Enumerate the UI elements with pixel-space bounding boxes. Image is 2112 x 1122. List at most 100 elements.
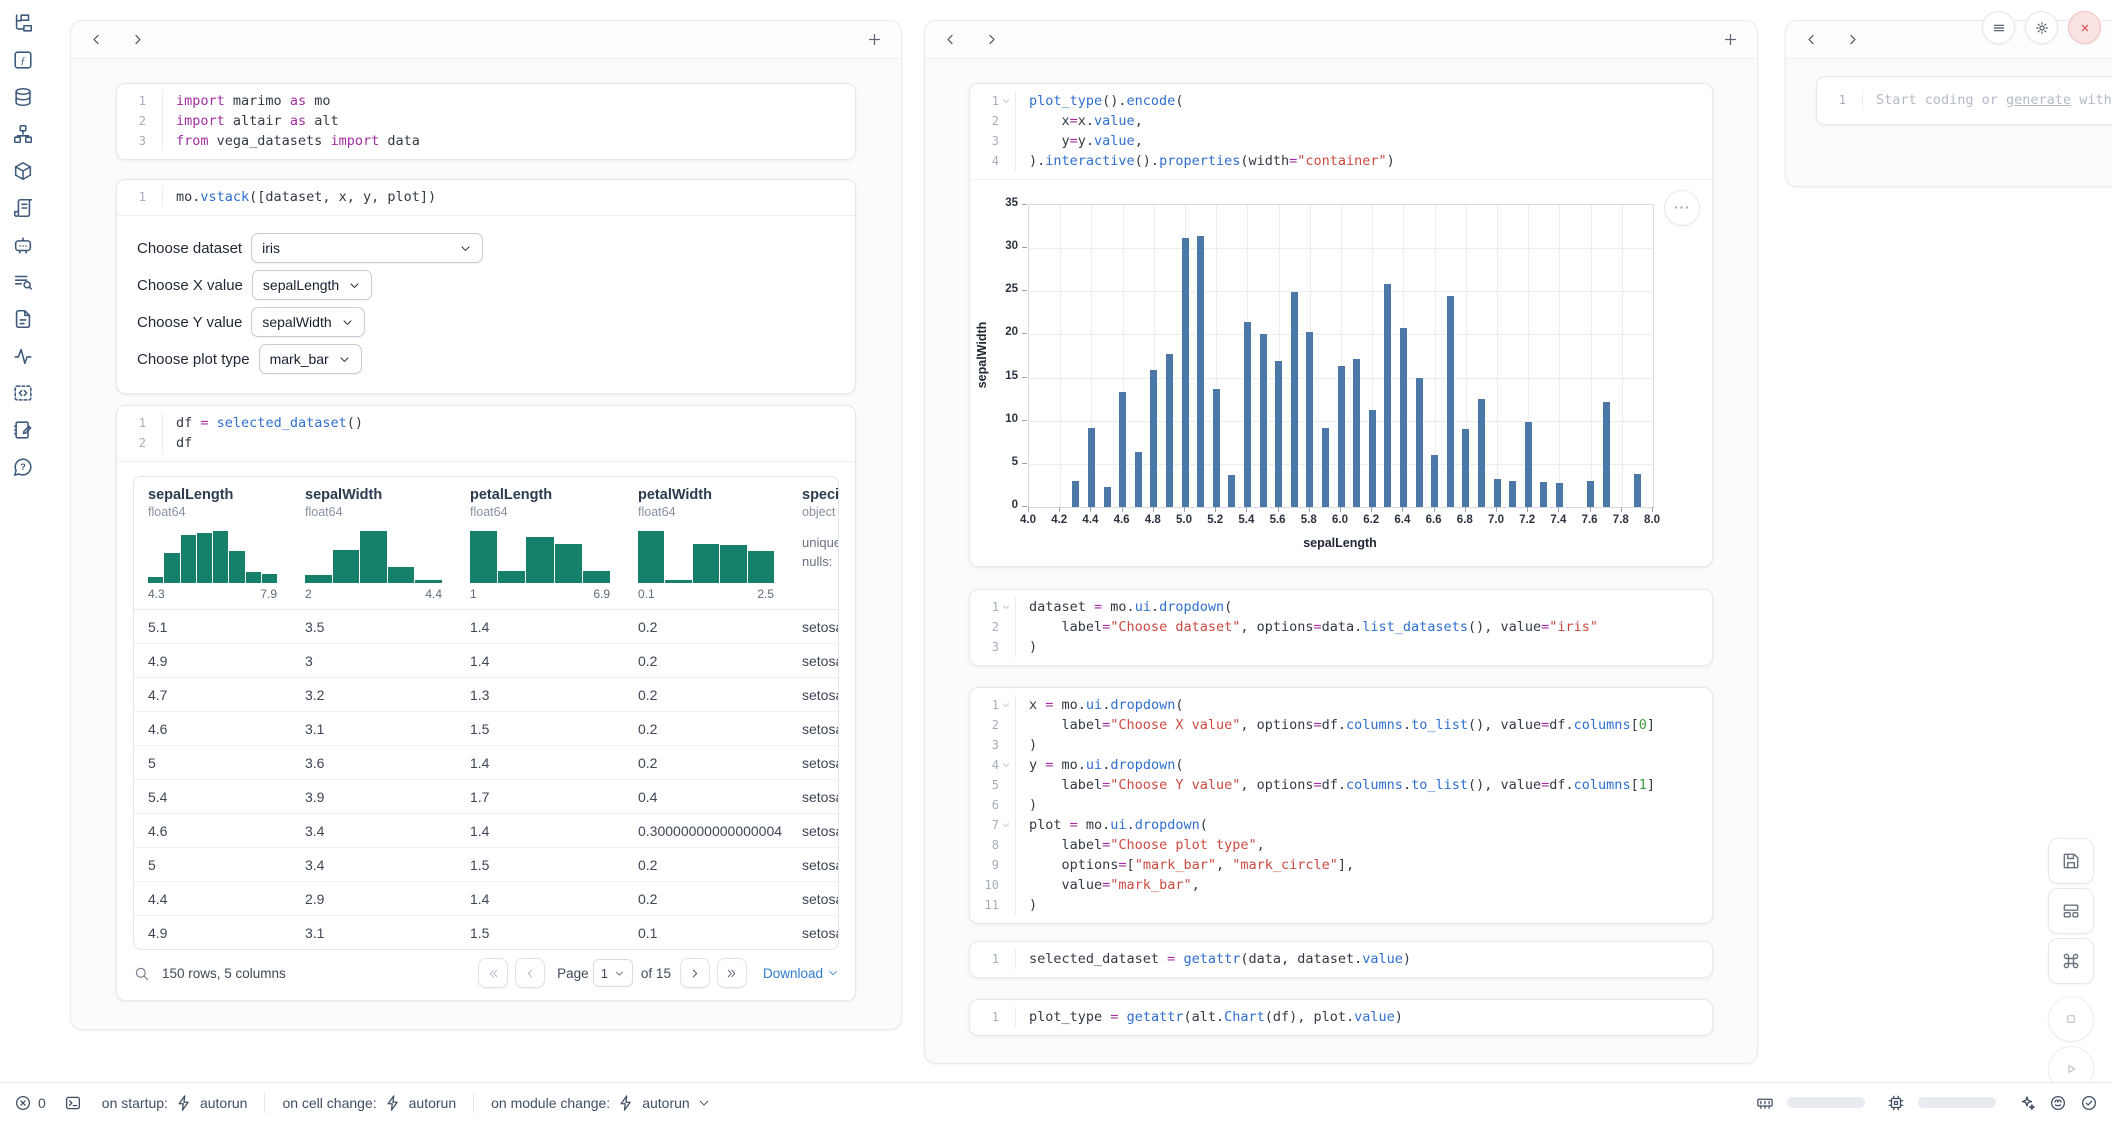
column-header[interactable]: sepalLengthfloat644.37.9 bbox=[134, 487, 291, 601]
column-header[interactable]: petalLengthfloat6416.9 bbox=[456, 487, 624, 601]
help-icon[interactable]: ? bbox=[12, 456, 34, 478]
cell-dataset-dropdown[interactable]: 1dataset = mo.ui.dropdown(2 label="Choos… bbox=[969, 589, 1713, 666]
code-editor[interactable]: 1df = selected_dataset()2df bbox=[117, 406, 855, 461]
table-row[interactable]: 4.63.41.40.30000000000000004setosa bbox=[134, 814, 838, 848]
database-icon[interactable] bbox=[12, 86, 34, 108]
table-cell: 4.9 bbox=[134, 925, 291, 941]
table-row[interactable]: 4.931.40.2setosa bbox=[134, 644, 838, 678]
panel-back-icon[interactable] bbox=[1804, 32, 1819, 47]
y-tick-label: 25 bbox=[988, 283, 1018, 295]
copilot-icon[interactable] bbox=[2049, 1094, 2067, 1112]
layout-button[interactable] bbox=[2048, 888, 2094, 934]
download-button[interactable]: Download bbox=[763, 966, 839, 981]
terminal-icon[interactable] bbox=[64, 1094, 82, 1112]
column-header[interactable]: petalWidthfloat640.12.5 bbox=[624, 487, 788, 601]
y-value-dropdown[interactable]: sepalWidth bbox=[251, 307, 364, 337]
close-button[interactable] bbox=[2068, 11, 2101, 44]
tracing-icon[interactable] bbox=[12, 345, 34, 367]
code-line: 3from vega_datasets import data bbox=[117, 131, 855, 151]
column-header[interactable]: speciesobjectunique:nulls: bbox=[788, 487, 839, 601]
column-name[interactable]: species bbox=[802, 487, 839, 503]
command-button[interactable] bbox=[2048, 938, 2094, 984]
line-number: 1 bbox=[1839, 90, 1846, 110]
panel-back-icon[interactable] bbox=[89, 32, 104, 47]
cell-plot-type[interactable]: 1plot_type = getattr(alt.Chart(df), plot… bbox=[969, 999, 1713, 1036]
table-row[interactable]: 5.13.51.40.2setosa bbox=[134, 610, 838, 644]
table-row[interactable]: 53.61.40.2setosa bbox=[134, 746, 838, 780]
column-header[interactable]: sepalWidthfloat6424.4 bbox=[291, 487, 456, 601]
chat-icon[interactable] bbox=[12, 234, 34, 256]
fold-icon[interactable] bbox=[1000, 699, 1012, 711]
column-name[interactable]: sepalLength bbox=[148, 487, 291, 503]
snippets-icon[interactable] bbox=[12, 382, 34, 404]
table-row[interactable]: 4.73.21.30.2setosa bbox=[134, 678, 838, 712]
cell-selected-dataset[interactable]: 1selected_dataset = getattr(data, datase… bbox=[969, 941, 1713, 978]
table-row[interactable]: 53.41.50.2setosa bbox=[134, 848, 838, 882]
panel-back-icon[interactable] bbox=[943, 32, 958, 47]
cell-empty-editor[interactable]: 1Start coding or generate with bbox=[1816, 76, 2112, 125]
column-name[interactable]: sepalWidth bbox=[305, 487, 456, 503]
on-module-change-setting[interactable]: on module change: autorun bbox=[491, 1094, 711, 1112]
code-editor[interactable]: 1Start coding or generate with bbox=[1817, 77, 2112, 124]
altair-bar-chart[interactable]: sepalWidth sepalLength ⋯ 4.04.24.44.64.8… bbox=[970, 180, 1712, 566]
stop-button[interactable] bbox=[2048, 996, 2094, 1042]
code-editor[interactable]: 1dataset = mo.ui.dropdown(2 label="Choos… bbox=[970, 590, 1712, 665]
ai-sparkles-icon[interactable] bbox=[2018, 1094, 2036, 1112]
code-editor[interactable]: 1plot_type = getattr(alt.Chart(df), plot… bbox=[970, 1000, 1712, 1035]
chart-menu-button[interactable]: ⋯ bbox=[1664, 190, 1700, 226]
first-page-button[interactable] bbox=[478, 958, 508, 988]
settings-button[interactable] bbox=[2025, 11, 2058, 44]
x-value-dropdown[interactable]: sepalLength bbox=[252, 270, 372, 300]
chart-plot-area[interactable] bbox=[1028, 204, 1654, 508]
errors-icon[interactable] bbox=[14, 1094, 32, 1112]
add-cell-icon[interactable] bbox=[866, 31, 883, 48]
fold-icon[interactable] bbox=[1000, 819, 1012, 831]
fold-icon[interactable] bbox=[1000, 95, 1012, 107]
code-editor[interactable]: 1mo.vstack([dataset, x, y, plot]) bbox=[117, 180, 855, 215]
code-editor[interactable]: 1x = mo.ui.dropdown(2 label="Choose X va… bbox=[970, 688, 1712, 923]
cell-plot[interactable]: 1plot_type().encode(2 x=x.value,3 y=y.va… bbox=[969, 83, 1713, 567]
table-row[interactable]: 4.42.91.40.2setosa bbox=[134, 882, 838, 916]
fold-icon[interactable] bbox=[1000, 601, 1012, 613]
packages-icon[interactable] bbox=[12, 160, 34, 182]
code-editor[interactable]: 1import marimo as mo2import altair as al… bbox=[117, 84, 855, 159]
functions-icon[interactable]: ƒ bbox=[12, 49, 34, 71]
file-tree-icon[interactable] bbox=[12, 12, 34, 34]
page-value: 1 bbox=[601, 966, 608, 981]
add-cell-icon[interactable] bbox=[1722, 31, 1739, 48]
next-page-button[interactable] bbox=[680, 958, 710, 988]
panel-forward-icon[interactable] bbox=[984, 32, 999, 47]
y-tick-label: 35 bbox=[988, 197, 1018, 209]
cell-xy-plot-dropdowns[interactable]: 1x = mo.ui.dropdown(2 label="Choose X va… bbox=[969, 687, 1713, 924]
dependency-graph-icon[interactable] bbox=[12, 123, 34, 145]
table-row[interactable]: 5.43.91.70.4setosa bbox=[134, 780, 838, 814]
logs-icon[interactable] bbox=[12, 197, 34, 219]
code-editor[interactable]: 1selected_dataset = getattr(data, datase… bbox=[970, 942, 1712, 977]
cell-imports[interactable]: 1import marimo as mo2import altair as al… bbox=[116, 83, 856, 160]
panel-forward-icon[interactable] bbox=[130, 32, 145, 47]
table-row[interactable]: 4.93.11.50.1setosa bbox=[134, 916, 838, 949]
documentation-icon[interactable] bbox=[12, 308, 34, 330]
notebook-icon[interactable] bbox=[12, 419, 34, 441]
table-row[interactable]: 4.63.11.50.2setosa bbox=[134, 712, 838, 746]
fold-icon[interactable] bbox=[1000, 759, 1012, 771]
menu-button[interactable] bbox=[1982, 11, 2015, 44]
column-name[interactable]: petalWidth bbox=[638, 487, 788, 503]
panel-forward-icon[interactable] bbox=[1845, 32, 1860, 47]
last-page-button[interactable] bbox=[717, 958, 747, 988]
scratchpad-icon[interactable] bbox=[12, 271, 34, 293]
on-startup-setting[interactable]: on startup: autorun bbox=[102, 1094, 248, 1112]
save-button[interactable] bbox=[2048, 838, 2094, 884]
dataset-dropdown[interactable]: iris bbox=[251, 233, 483, 263]
on-cell-change-setting[interactable]: on cell change: autorun bbox=[282, 1094, 456, 1112]
search-icon[interactable] bbox=[133, 965, 150, 982]
column-name[interactable]: petalLength bbox=[470, 487, 624, 503]
code-editor[interactable]: 1plot_type().encode(2 x=x.value,3 y=y.va… bbox=[970, 84, 1712, 179]
histogram-bar bbox=[262, 574, 277, 583]
cell-dataframe[interactable]: 1df = selected_dataset()2df sepalLengthf… bbox=[116, 405, 856, 1001]
page-select[interactable]: 1 bbox=[593, 959, 633, 987]
prev-page-button[interactable] bbox=[515, 958, 545, 988]
connection-status-icon[interactable] bbox=[2080, 1094, 2098, 1112]
cell-vstack[interactable]: 1mo.vstack([dataset, x, y, plot]) Choose… bbox=[116, 179, 856, 394]
plot-type-dropdown[interactable]: mark_bar bbox=[259, 344, 362, 374]
